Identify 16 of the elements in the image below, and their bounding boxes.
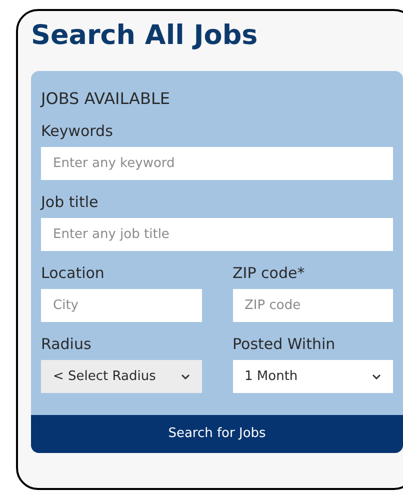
field-label: Posted Within [232, 334, 336, 354]
input-field[interactable]: Enter any job title [41, 218, 393, 251]
field-label: Job title [41, 192, 98, 212]
field-label: ZIP code* [232, 263, 305, 283]
field-label: Location [41, 263, 104, 283]
search-button[interactable]: Search for Jobs [31, 415, 403, 453]
input-field[interactable]: Enter any keyword [41, 147, 393, 180]
chevron-down-icon [372, 374, 381, 380]
input-field[interactable]: City [41, 289, 202, 322]
field-label: Radius [41, 334, 92, 354]
page-title: Search All Jobs [31, 19, 258, 53]
field-label: Keywords [41, 121, 113, 141]
chevron-down-icon [180, 374, 190, 380]
input-field[interactable]: ZIP code [232, 289, 393, 322]
dropdown-select[interactable]: 1 Month [232, 360, 393, 393]
section-heading: JOBS AVAILABLE [41, 89, 170, 109]
